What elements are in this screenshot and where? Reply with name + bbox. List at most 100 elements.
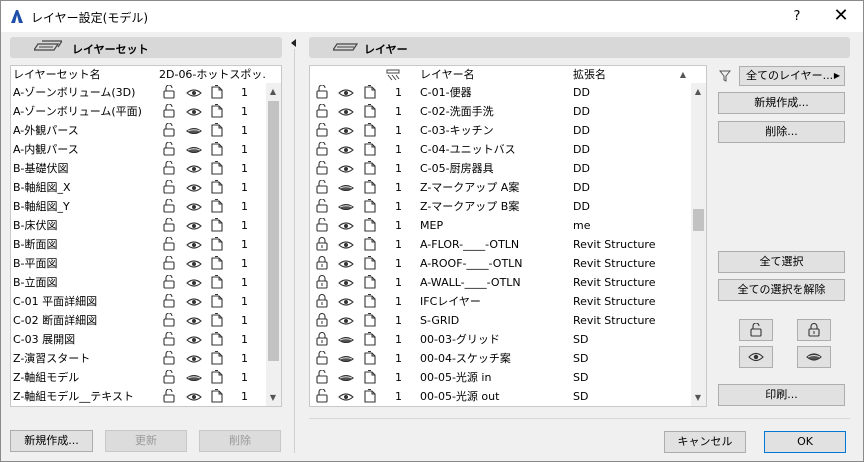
- layer-settings-dialog: レイヤー設定(モデル) ? ✕ レイヤーセット レイヤーセット名 2D-06-ホ…: [0, 0, 864, 462]
- pen-number: 1: [241, 86, 248, 99]
- col-header-extension[interactable]: 拡張名: [573, 66, 673, 83]
- unlock-icon[interactable]: [315, 389, 329, 409]
- layer-row[interactable]: 1 C-03-キッチン DD: [310, 121, 690, 140]
- layer-set-row[interactable]: C-03 展開図 1: [11, 330, 265, 349]
- lock-all-button[interactable]: [797, 319, 831, 341]
- layer-row[interactable]: 1 00-04-スケッチ案 SD: [310, 349, 690, 368]
- panel-splitter[interactable]: [289, 35, 301, 455]
- collapse-left-icon[interactable]: [291, 39, 296, 47]
- layer-set-row[interactable]: C-02 断面詳細図 1: [11, 311, 265, 330]
- pen-number: 1: [241, 124, 248, 137]
- pen-number: 1: [395, 219, 402, 232]
- layer-extension: DD: [573, 181, 590, 194]
- cancel-button[interactable]: キャンセル: [664, 431, 746, 453]
- left-scroll-thumb[interactable]: [268, 101, 279, 361]
- select-all-button[interactable]: 全て選択: [718, 251, 845, 273]
- col-header-pen-icon[interactable]: [386, 66, 400, 83]
- layer-extension: Revit Structure: [573, 238, 656, 251]
- unlock-icon: [750, 323, 762, 337]
- right-scroll-thumb[interactable]: [693, 209, 704, 231]
- scroll-up-icon[interactable]: ▲: [691, 87, 705, 96]
- title-bar: レイヤー設定(モデル) ? ✕: [1, 1, 863, 32]
- pen-number: 1: [395, 162, 402, 175]
- ok-button[interactable]: OK: [764, 431, 846, 453]
- document-icon[interactable]: [210, 389, 223, 409]
- splitter-line: [294, 49, 295, 453]
- layer-name: S-GRID: [420, 314, 460, 327]
- layer-row[interactable]: 1 00-03-グリッド SD: [310, 330, 690, 349]
- layer-set-row[interactable]: Z-軸組モデル 1: [11, 368, 265, 387]
- close-button[interactable]: ✕: [827, 6, 855, 28]
- layer-row[interactable]: 1 IFCレイヤー Revit Structure: [310, 292, 690, 311]
- layer-set-row[interactable]: C-01 平面詳細図 1: [11, 292, 265, 311]
- layer-row[interactable]: 1 Z-マークアップ B案 DD: [310, 197, 690, 216]
- layer-set-row[interactable]: B-軸組図_Y 1: [11, 197, 265, 216]
- scroll-down-icon[interactable]: ▼: [266, 393, 280, 402]
- layer-row[interactable]: 1 00-05-光源 in SD: [310, 368, 690, 387]
- pen-number: 1: [395, 124, 402, 137]
- layer-new-button[interactable]: 新規作成...: [718, 92, 845, 114]
- layer-set-row[interactable]: A-ゾーンボリューム(3D) 1: [11, 83, 265, 102]
- layer-name: C-05-厨房器具: [420, 162, 494, 175]
- eye-open-icon[interactable]: [338, 390, 354, 409]
- scroll-down-icon[interactable]: ▼: [691, 393, 705, 402]
- layer-row[interactable]: 1 C-05-厨房器具 DD: [310, 159, 690, 178]
- layer-set-row[interactable]: B-立面図 1: [11, 273, 265, 292]
- col-header-hotspot[interactable]: 2D-06-ホットスポッ...: [159, 66, 267, 83]
- layer-set-name: C-01 平面詳細図: [13, 295, 98, 308]
- layer-row[interactable]: 1 MEP me: [310, 216, 690, 235]
- eye-open-icon: [748, 352, 764, 362]
- layer-set-name: Z-軸組モデル__テキスト: [13, 390, 134, 403]
- eye-open-icon[interactable]: [186, 390, 202, 409]
- hide-all-button[interactable]: [797, 346, 831, 368]
- layer-set-new-button[interactable]: 新規作成...: [10, 430, 93, 452]
- layer-set-row[interactable]: Z-演習スタート 1: [11, 349, 265, 368]
- layer-row[interactable]: 1 00-05-光源 out SD: [310, 387, 690, 406]
- col-header-layer-name[interactable]: レイヤー名: [420, 66, 570, 83]
- unlock-icon[interactable]: [162, 389, 176, 409]
- layer-set-update-button[interactable]: 更新: [105, 430, 187, 452]
- layer-extension: Revit Structure: [573, 295, 656, 308]
- layer-set-row[interactable]: B-平面図 1: [11, 254, 265, 273]
- layer-row[interactable]: 1 S-GRID Revit Structure: [310, 311, 690, 330]
- deselect-all-button[interactable]: 全ての選択を解除: [718, 279, 845, 301]
- col-header-layer-set-name[interactable]: レイヤーセット名: [13, 66, 155, 83]
- pen-number: 1: [395, 295, 402, 308]
- layer-set-name: A-外観パース: [13, 124, 79, 137]
- left-scrollbar[interactable]: ▲ ▼: [266, 83, 281, 406]
- layer-set-name: C-02 断面詳細図: [13, 314, 98, 327]
- pen-number: 1: [395, 257, 402, 270]
- right-scrollbar[interactable]: ▲ ▼: [691, 83, 706, 406]
- layer-set-row[interactable]: B-断面図 1: [11, 235, 265, 254]
- layer-set-delete-button[interactable]: 削除: [199, 430, 281, 452]
- layer-set-name: A-ゾーンボリューム(平面): [13, 105, 142, 118]
- scroll-up-icon[interactable]: ▲: [266, 87, 280, 96]
- layer-set-name: B-断面図: [13, 238, 58, 251]
- layer-row[interactable]: 1 A-WALL-____-OTLN Revit Structure: [310, 273, 690, 292]
- help-button[interactable]: ?: [787, 7, 807, 27]
- show-all-button[interactable]: [739, 346, 773, 368]
- layer-extension: SD: [573, 352, 589, 365]
- unlock-all-button[interactable]: [739, 319, 773, 341]
- layer-row[interactable]: 1 A-FLOR-____-OTLN Revit Structure: [310, 235, 690, 254]
- layer-set-row[interactable]: B-床伏図 1: [11, 216, 265, 235]
- layer-set-row[interactable]: A-ゾーンボリューム(平面) 1: [11, 102, 265, 121]
- layer-set-row[interactable]: B-基礎伏図 1: [11, 159, 265, 178]
- layer-set-row[interactable]: Z-軸組モデル__テキスト 1: [11, 387, 265, 406]
- layer-row[interactable]: 1 C-01-便器 DD: [310, 83, 690, 102]
- layer-filter-dropdown[interactable]: 全てのレイヤー... ▶: [739, 66, 845, 86]
- layer-delete-button[interactable]: 削除...: [718, 121, 845, 143]
- layer-row[interactable]: 1 C-04-ユニットバス DD: [310, 140, 690, 159]
- layer-set-name: A-内観パース: [13, 143, 79, 156]
- layer-set-row[interactable]: B-軸組図_X 1: [11, 178, 265, 197]
- layer-row[interactable]: 1 A-ROOF-____-OTLN Revit Structure: [310, 254, 690, 273]
- print-button[interactable]: 印刷...: [718, 384, 845, 406]
- layer-set-name: B-立面図: [13, 276, 58, 289]
- document-icon[interactable]: [363, 389, 376, 409]
- layer-set-row[interactable]: A-内観パース 1: [11, 140, 265, 159]
- layer-row[interactable]: 1 Z-マークアップ A案 DD: [310, 178, 690, 197]
- layer-set-row[interactable]: A-外観パース 1: [11, 121, 265, 140]
- hatch-icon: [386, 69, 400, 81]
- layer-list: レイヤー名 拡張名 ▲ 1 C-01-便器 DD 1 C-02-洗面手洗 DD 1 C-03-…: [309, 65, 707, 407]
- layer-row[interactable]: 1 C-02-洗面手洗 DD: [310, 102, 690, 121]
